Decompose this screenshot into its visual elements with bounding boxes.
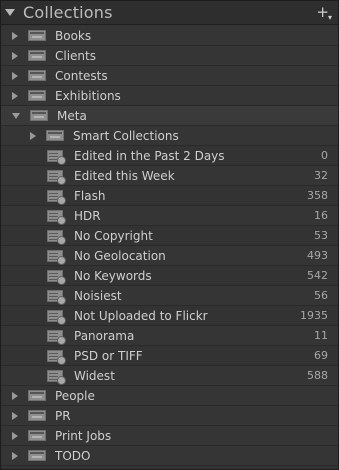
smart-collection-item[interactable]: Edited in the Past 2 Days 0 — [1, 146, 338, 166]
collection-set-smart-collections[interactable]: Smart Collections — [1, 126, 338, 146]
smart-collection-item[interactable]: No Keywords 542 — [1, 266, 338, 286]
smart-collection-item[interactable]: No Geolocation 493 — [1, 246, 338, 266]
collection-count: 53 — [314, 229, 328, 242]
collection-count: 11 — [314, 329, 328, 342]
expand-arrow-icon[interactable] — [12, 451, 18, 460]
expand-arrow-icon[interactable] — [12, 411, 18, 420]
panel-header[interactable]: Collections +▾ — [1, 1, 338, 25]
add-collection-button[interactable]: +▾ — [316, 3, 332, 22]
smart-collection-icon — [47, 349, 65, 364]
collection-label: Edited this Week — [74, 168, 175, 183]
smart-collection-icon — [47, 209, 65, 224]
collection-count: 542 — [307, 269, 328, 282]
collection-label: HDR — [74, 208, 101, 223]
smart-collection-item[interactable]: PSD or TIFF 69 — [1, 346, 338, 366]
collection-label: No Keywords — [74, 268, 152, 283]
smart-collection-item[interactable]: No Copyright 53 — [1, 226, 338, 246]
collection-set-meta[interactable]: Meta — [1, 106, 338, 126]
collection-set-icon — [28, 410, 46, 421]
smart-collection-icon — [47, 149, 65, 164]
collection-label: Not Uploaded to Flickr — [74, 308, 208, 323]
collection-set-todo[interactable]: TODO — [1, 446, 338, 466]
collections-panel: Collections +▾ Books Clients Contests Ex… — [0, 0, 339, 470]
collection-label: Smart Collections — [73, 128, 179, 143]
smart-collection-icon — [47, 369, 65, 384]
smart-collection-icon — [47, 269, 65, 284]
collection-set-label: PR — [55, 408, 71, 423]
collection-set-icon — [46, 130, 64, 141]
collection-label: Panorama — [74, 328, 135, 343]
smart-collection-icon — [47, 329, 65, 344]
collection-count: 493 — [307, 249, 328, 262]
collection-count: 16 — [314, 209, 328, 222]
collection-list: Books Clients Contests Exhibitions Meta … — [1, 26, 338, 466]
collection-set-label: Exhibitions — [55, 88, 121, 103]
collection-set-pr[interactable]: PR — [1, 406, 338, 426]
collection-label: Flash — [74, 188, 106, 203]
expand-arrow-icon[interactable] — [12, 71, 18, 80]
collection-label: PSD or TIFF — [74, 348, 143, 363]
collection-set-icon — [28, 450, 46, 461]
expand-arrow-icon[interactable] — [12, 431, 18, 440]
collection-count: 0 — [321, 149, 328, 162]
smart-collection-icon — [47, 249, 65, 264]
collection-set-label: Contests — [55, 68, 108, 83]
expand-arrow-icon[interactable] — [30, 131, 36, 140]
collection-set-label: Clients — [55, 48, 96, 63]
expand-arrow-icon[interactable] — [12, 91, 18, 100]
expand-arrow-icon[interactable] — [12, 391, 18, 400]
panel-title: Collections — [23, 3, 113, 22]
dropdown-caret-icon: ▾ — [327, 12, 332, 22]
smart-collection-item[interactable]: Panorama 11 — [1, 326, 338, 346]
collection-label: No Copyright — [74, 228, 153, 243]
collection-set-label: TODO — [55, 448, 91, 463]
collection-set-label: People — [55, 388, 95, 403]
collapse-arrow-icon[interactable] — [12, 112, 20, 119]
expand-arrow-icon[interactable] — [12, 31, 18, 40]
expand-arrow-icon[interactable] — [12, 51, 18, 60]
collection-set-label: Print Jobs — [55, 428, 112, 443]
collection-set-label: Meta — [57, 108, 87, 123]
collection-set-icon — [28, 390, 46, 401]
smart-collection-icon — [47, 289, 65, 304]
collection-set-print-jobs[interactable]: Print Jobs — [1, 426, 338, 446]
smart-collection-item[interactable]: Widest 588 — [1, 366, 338, 386]
collection-set-icon — [28, 30, 46, 41]
collection-set-icon — [30, 110, 48, 121]
collection-set-icon — [28, 90, 46, 101]
collection-set-icon — [28, 430, 46, 441]
collapse-triangle-icon[interactable] — [5, 9, 15, 16]
smart-collection-icon — [47, 229, 65, 244]
collection-set-books[interactable]: Books — [1, 26, 338, 46]
collection-label: Widest — [74, 368, 115, 383]
collection-set-people[interactable]: People — [1, 386, 338, 406]
smart-collection-item[interactable]: Flash 358 — [1, 186, 338, 206]
collection-count: 56 — [314, 289, 328, 302]
collection-count: 588 — [307, 369, 328, 382]
collection-count: 1935 — [300, 309, 328, 322]
smart-collection-icon — [47, 169, 65, 184]
smart-collection-item[interactable]: Edited this Week 32 — [1, 166, 338, 186]
collection-set-exhibitions[interactable]: Exhibitions — [1, 86, 338, 106]
smart-collection-item[interactable]: Not Uploaded to Flickr 1935 — [1, 306, 338, 326]
collection-set-contests[interactable]: Contests — [1, 66, 338, 86]
smart-collection-item[interactable]: HDR 16 — [1, 206, 338, 226]
smart-collection-icon — [47, 309, 65, 324]
collection-set-icon — [28, 50, 46, 61]
collection-count: 358 — [307, 189, 328, 202]
smart-collection-item[interactable]: Noisiest 56 — [1, 286, 338, 306]
collection-label: Edited in the Past 2 Days — [74, 148, 225, 163]
collection-count: 32 — [314, 169, 328, 182]
collection-set-icon — [28, 70, 46, 81]
collection-label: No Geolocation — [74, 248, 166, 263]
collection-set-label: Books — [55, 28, 92, 43]
collection-label: Noisiest — [74, 288, 122, 303]
smart-collection-icon — [47, 189, 65, 204]
collection-count: 69 — [314, 349, 328, 362]
collection-set-clients[interactable]: Clients — [1, 46, 338, 66]
